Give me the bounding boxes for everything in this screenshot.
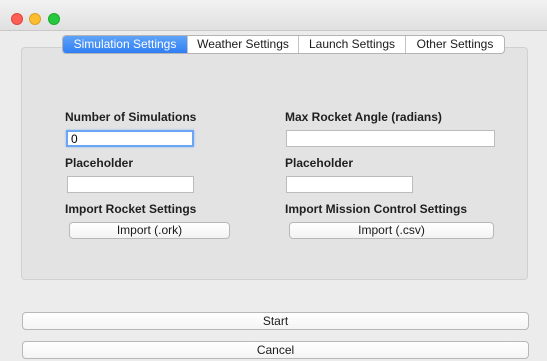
- app-window: Simulation Settings Weather Settings Lau…: [0, 0, 547, 361]
- max-rocket-angle-label: Max Rocket Angle (radians): [285, 110, 442, 124]
- tab-simulation-settings[interactable]: Simulation Settings: [63, 36, 188, 53]
- tab-weather-settings[interactable]: Weather Settings: [188, 36, 299, 53]
- placeholder-left-label: Placeholder: [65, 156, 134, 170]
- import-mission-label: Import Mission Control Settings: [285, 202, 467, 216]
- num-simulations-label: Number of Simulations: [65, 110, 197, 124]
- tab-launch-settings[interactable]: Launch Settings: [299, 36, 406, 53]
- placeholder-left-input[interactable]: [67, 176, 194, 193]
- import-ork-button[interactable]: Import (.ork): [69, 222, 230, 239]
- max-rocket-angle-input[interactable]: [286, 130, 495, 147]
- start-button[interactable]: Start: [22, 312, 529, 330]
- placeholder-right-label: Placeholder: [285, 156, 354, 170]
- title-bar[interactable]: [0, 0, 547, 31]
- minimize-window-icon[interactable]: [29, 13, 41, 25]
- import-rocket-label: Import Rocket Settings: [65, 202, 197, 216]
- tab-bar: Simulation Settings Weather Settings Lau…: [62, 35, 505, 54]
- maximize-window-icon[interactable]: [48, 13, 60, 25]
- close-window-icon[interactable]: [11, 13, 23, 25]
- cancel-button[interactable]: Cancel: [22, 341, 529, 359]
- num-simulations-input[interactable]: [66, 130, 194, 147]
- placeholder-right-input[interactable]: [286, 176, 413, 193]
- tab-other-settings[interactable]: Other Settings: [406, 36, 504, 53]
- import-csv-button[interactable]: Import (.csv): [289, 222, 494, 239]
